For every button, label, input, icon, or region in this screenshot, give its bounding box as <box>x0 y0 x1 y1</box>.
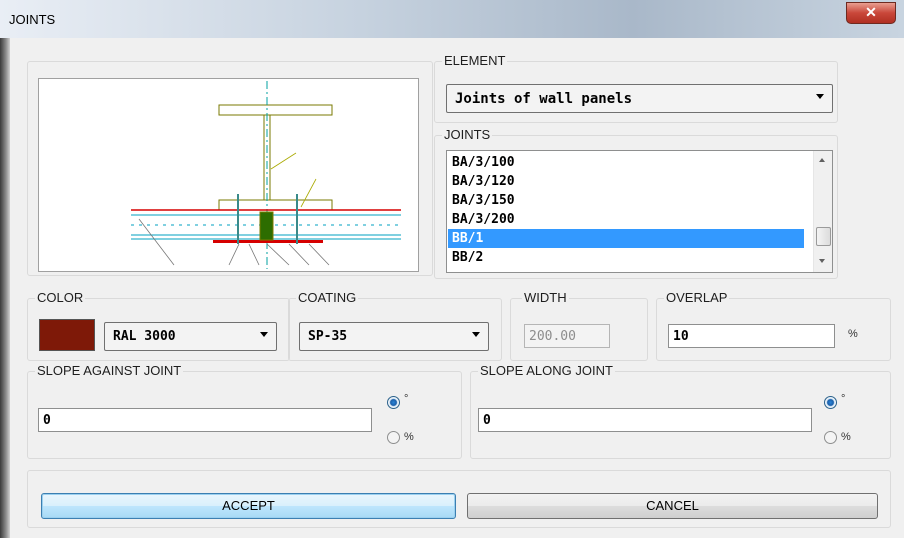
slope-along-field[interactable]: 0 <box>478 408 812 432</box>
accept-button[interactable]: ACCEPT <box>41 493 456 519</box>
slope-along-value: 0 <box>483 413 491 428</box>
color-label: COLOR <box>35 290 86 305</box>
joint-preview <box>38 78 419 272</box>
color-select-value: RAL 3000 <box>113 329 176 344</box>
list-item[interactable]: BB/2 <box>448 248 804 267</box>
slope-along-percent-label: % <box>841 431 851 443</box>
joints-scrollbar[interactable] <box>813 151 832 272</box>
color-swatch[interactable] <box>39 319 95 351</box>
window-title: JOINTS <box>9 12 56 27</box>
title-bar[interactable]: JOINTS ✕ <box>0 0 904 38</box>
joints-list[interactable]: BA/3/100 BA/3/120 BA/3/150 BA/3/200 BB/1… <box>446 150 833 273</box>
slope-against-label: SLOPE AGAINST JOINT <box>35 363 184 378</box>
element-label: ELEMENT <box>442 53 508 68</box>
close-button[interactable]: ✕ <box>846 2 896 24</box>
overlap-unit: % <box>848 328 858 340</box>
width-label: WIDTH <box>522 290 569 305</box>
slope-against-degree-label: ° <box>404 393 409 405</box>
coating-label: COATING <box>296 290 359 305</box>
slope-against-value: 0 <box>43 413 51 428</box>
chevron-down-icon <box>260 332 268 337</box>
slope-along-percent-radio[interactable] <box>824 431 837 444</box>
slope-along-label: SLOPE ALONG JOINT <box>478 363 615 378</box>
chevron-down-icon <box>472 332 480 337</box>
width-field: 200.00 <box>524 324 610 348</box>
slope-against-field[interactable]: 0 <box>38 408 372 432</box>
overlap-field[interactable]: 10 <box>668 324 835 348</box>
slope-against-degree-radio[interactable] <box>387 396 400 409</box>
coating-select-value: SP-35 <box>308 329 348 344</box>
joints-dialog: JOINTS ✕ ELEMENT Joints of wall panels J… <box>0 0 904 538</box>
overlap-label: OVERLAP <box>664 290 730 305</box>
element-select[interactable]: Joints of wall panels <box>446 84 833 113</box>
slope-against-percent-radio[interactable] <box>387 431 400 444</box>
scroll-down-icon[interactable] <box>819 259 825 263</box>
scroll-thumb[interactable] <box>816 227 831 246</box>
list-item[interactable]: BA/3/150 <box>448 191 804 210</box>
joints-label: JOINTS <box>442 127 493 142</box>
cancel-button[interactable]: CANCEL <box>467 493 878 519</box>
list-item[interactable]: BA/3/120 <box>448 172 804 191</box>
element-select-value: Joints of wall panels <box>455 91 633 107</box>
joint-drawing <box>131 81 401 269</box>
overlap-field-value: 10 <box>673 329 689 344</box>
scroll-up-icon[interactable] <box>819 158 825 162</box>
list-item-selected[interactable]: BB/1 <box>448 229 804 248</box>
slope-against-percent-label: % <box>404 431 414 443</box>
window-left-edge <box>0 38 10 538</box>
color-select[interactable]: RAL 3000 <box>104 322 277 351</box>
slope-along-degree-label: ° <box>841 393 846 405</box>
list-item[interactable]: BA/3/200 <box>448 210 804 229</box>
coating-select[interactable]: SP-35 <box>299 322 489 351</box>
list-item[interactable]: BA/3/100 <box>448 153 804 172</box>
chevron-down-icon <box>816 94 824 99</box>
width-field-value: 200.00 <box>529 329 576 344</box>
close-icon: ✕ <box>865 4 877 20</box>
slope-along-degree-radio[interactable] <box>824 396 837 409</box>
dialog-client-area: ELEMENT Joints of wall panels JOINTS BA/… <box>10 38 904 538</box>
